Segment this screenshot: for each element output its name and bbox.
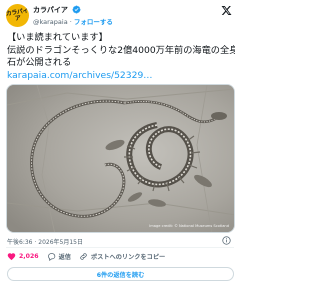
like-button[interactable]: 2,026 xyxy=(7,252,39,261)
tweet-line: 伝説のドラゴンそっくりな2億4000万年前の海竜の全身化 xyxy=(7,44,235,56)
link-icon xyxy=(80,253,87,260)
fossil-image xyxy=(7,85,234,232)
x-logo-icon[interactable] xyxy=(221,5,232,16)
reply-icon xyxy=(47,253,55,261)
like-count: 2,026 xyxy=(19,253,39,260)
divider xyxy=(6,247,234,248)
info-icon[interactable] xyxy=(222,236,231,245)
tweet-line: 石が公開される xyxy=(7,57,72,69)
timestamp-separator: · xyxy=(34,239,37,246)
tweet-link[interactable]: karapaia.com/archives/52329… xyxy=(7,70,153,81)
tweet-text: 【いま読まれています】 伝説のドラゴンそっくりな2億4000万年前の海竜の全身化… xyxy=(7,32,235,82)
fossil-photo[interactable]: Image credit: © National Museums Scotlan… xyxy=(6,84,235,233)
follow-link[interactable]: フォローする xyxy=(74,18,113,26)
read-replies-button[interactable]: 6件の返信を読む xyxy=(7,267,234,281)
handle-separator: · xyxy=(69,18,72,26)
action-bar: 2,026 返信 ポストへのリンクをコピー xyxy=(7,251,173,262)
post-time: 午後6:36 xyxy=(7,239,33,246)
avatar[interactable]: カラパイア xyxy=(6,4,29,27)
tweet-header: カラパイア カラパイア @karapaia · フォローする xyxy=(0,0,240,30)
timestamp[interactable]: 午後6:36 · 2026年5月15日 xyxy=(7,237,83,246)
copy-link-button[interactable]: ポストへのリンクをコピー xyxy=(79,252,165,261)
account-handle[interactable]: @karapaia xyxy=(33,18,68,26)
handle-row: @karapaia · フォローする xyxy=(33,16,113,26)
post-date: 2026年5月15日 xyxy=(38,239,83,246)
copy-link-label: ポストへのリンクをコピー xyxy=(90,254,166,261)
heart-icon xyxy=(7,253,16,261)
reply-button[interactable]: 返信 xyxy=(47,252,71,261)
reply-label: 返信 xyxy=(58,254,71,261)
verified-badge-icon xyxy=(72,5,81,14)
image-credit: Image credit: © National Museums Scotlan… xyxy=(149,224,229,228)
account-name[interactable]: カラパイア xyxy=(33,5,68,15)
avatar-logo-text: カラパイア xyxy=(6,6,29,22)
tweet-line: 【いま読まれています】 xyxy=(7,32,108,43)
